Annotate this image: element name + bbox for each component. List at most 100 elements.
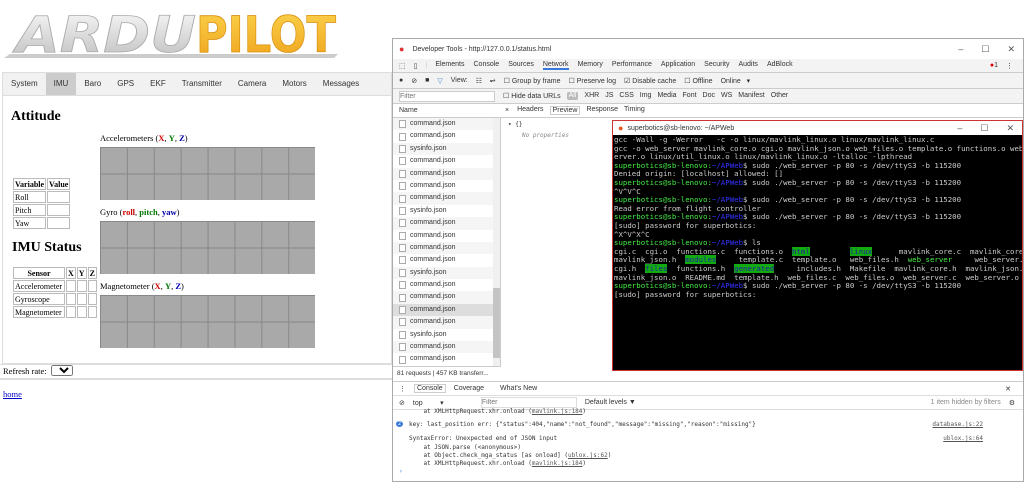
source-link[interactable]: mavlink.js:184 xyxy=(532,460,583,467)
device-icon[interactable]: ▯ xyxy=(414,62,418,70)
tab-imu[interactable]: IMU xyxy=(45,73,77,95)
source-link[interactable]: ublox.js:62 xyxy=(568,452,608,459)
group-by-frame-checkbox[interactable]: ☐ Group by frame xyxy=(504,77,561,85)
detail-tab-preview[interactable]: Preview xyxy=(549,106,581,115)
filter-type-css[interactable]: CSS xyxy=(619,92,633,100)
drawer-menu-icon[interactable]: ⋮ xyxy=(399,385,406,393)
request-row[interactable]: command.json xyxy=(393,192,500,205)
tab-camera[interactable]: Camera xyxy=(230,73,274,95)
home-link[interactable]: home xyxy=(3,389,22,399)
disable-cache-checkbox[interactable]: ☑ Disable cache xyxy=(624,77,676,85)
camera-icon[interactable]: ■ xyxy=(425,77,429,84)
inspect-icon[interactable]: ⬚ xyxy=(399,62,406,70)
filter-type-doc[interactable]: Doc xyxy=(703,92,715,100)
devtools-tab-security[interactable]: Security xyxy=(704,61,729,70)
detail-tab-timing[interactable]: Timing xyxy=(624,106,645,115)
close-button[interactable]: ✕ xyxy=(1007,44,1015,55)
levels-select[interactable]: Default levels ▼ xyxy=(585,399,636,406)
tab-gps[interactable]: GPS xyxy=(109,73,142,95)
devtools-tab-application[interactable]: Application xyxy=(661,61,695,70)
waterfall-icon[interactable]: ⥵ xyxy=(490,77,496,85)
filter-type-manifest[interactable]: Manifest xyxy=(738,92,764,100)
terminal-output[interactable]: gcc -Wall -g -Werror -c -o linux/mavlink… xyxy=(613,135,1022,300)
filter-type-font[interactable]: Font xyxy=(683,92,697,100)
console-prompt[interactable]: › xyxy=(393,468,1013,475)
detail-tab-headers[interactable]: Headers xyxy=(517,106,543,115)
devtools-tab-sources[interactable]: Sources xyxy=(508,61,534,70)
tab-console[interactable]: Console xyxy=(414,384,446,393)
network-filter-input[interactable] xyxy=(399,90,495,102)
tab-messages[interactable]: Messages xyxy=(315,73,367,95)
request-row[interactable]: sysinfo.json xyxy=(393,142,500,156)
tab-ekf[interactable]: EKF xyxy=(142,73,174,95)
request-row[interactable]: sysinfo.json xyxy=(393,329,500,341)
detail-tab-response[interactable]: Response xyxy=(586,106,618,115)
throttle-select[interactable]: Online ▾ xyxy=(721,77,751,85)
filter-type-xhr[interactable]: XHR xyxy=(584,92,599,100)
request-row[interactable]: command.json xyxy=(393,254,500,266)
tab-baro[interactable]: Baro xyxy=(76,73,109,95)
maximize-button[interactable]: ☐ xyxy=(981,44,989,55)
request-row[interactable]: command.json xyxy=(393,118,500,131)
request-row[interactable]: command.json xyxy=(393,130,500,142)
request-row[interactable]: command.json xyxy=(393,353,500,365)
close-button[interactable]: ✕ xyxy=(1006,123,1014,134)
source-link[interactable]: database.js:22 xyxy=(932,421,983,428)
request-row[interactable]: command.json xyxy=(393,291,500,304)
devtools-tab-performance[interactable]: Performance xyxy=(612,61,652,70)
devtools-tab-adblock[interactable]: AdBlock xyxy=(767,61,793,70)
devtools-tab-console[interactable]: Console xyxy=(474,61,500,70)
request-row[interactable]: command.json xyxy=(393,279,500,291)
filter-type-media[interactable]: Media xyxy=(657,92,676,100)
offline-checkbox[interactable]: ☐ Offline xyxy=(684,77,712,85)
clear-icon[interactable]: ⊘ xyxy=(411,77,417,85)
filter-type-img[interactable]: Img xyxy=(640,92,652,100)
filter-type-ws[interactable]: WS xyxy=(721,92,732,100)
devtools-tab-audits[interactable]: Audits xyxy=(738,61,757,70)
request-row[interactable]: command.json xyxy=(393,241,500,255)
tab-motors[interactable]: Motors xyxy=(274,73,314,95)
name-column-header[interactable]: Name xyxy=(399,107,497,114)
clear-console-icon[interactable]: ⊘ xyxy=(399,399,405,407)
request-row[interactable]: sysinfo.json xyxy=(393,205,500,217)
tab-whats-new[interactable]: What's New xyxy=(500,385,537,392)
refresh-rate-select[interactable]: 4 xyxy=(50,365,73,376)
filter-type-all[interactable]: All xyxy=(566,92,579,100)
record-icon[interactable]: ● xyxy=(399,77,403,84)
settings-gear-icon[interactable]: ⚙ xyxy=(1009,399,1023,407)
maximize-button[interactable]: ☐ xyxy=(980,123,988,134)
tab-coverage[interactable]: Coverage xyxy=(454,385,484,392)
tab-transmitter[interactable]: Transmitter xyxy=(174,73,230,95)
devtools-tab-memory[interactable]: Memory xyxy=(578,61,603,70)
devtools-tab-elements[interactable]: Elements xyxy=(435,61,464,70)
console-filter-input[interactable] xyxy=(480,397,577,408)
request-row[interactable]: command.json xyxy=(393,303,500,317)
request-row[interactable]: command.json xyxy=(393,341,500,354)
devtools-tab-network[interactable]: Network xyxy=(542,61,569,70)
minimize-button[interactable]: – xyxy=(957,123,962,134)
minimize-button[interactable]: – xyxy=(958,44,963,55)
preview-root[interactable]: ▾ {} xyxy=(508,121,569,128)
request-row[interactable]: command.json xyxy=(393,217,500,230)
request-row[interactable]: command.json xyxy=(393,316,500,329)
tab-system[interactable]: System xyxy=(3,73,46,95)
list-view-icon[interactable]: ☷ xyxy=(476,77,482,85)
request-list-scrollbar[interactable] xyxy=(493,118,500,366)
filter-type-js[interactable]: JS xyxy=(605,92,613,100)
request-row[interactable]: command.json xyxy=(393,155,500,167)
filter-type-other[interactable]: Other xyxy=(771,92,789,100)
request-row[interactable]: command.json xyxy=(393,230,500,242)
request-row[interactable]: command.json xyxy=(393,167,500,180)
error-badge[interactable]: ●1 xyxy=(990,62,998,70)
context-select[interactable]: top ▾ xyxy=(413,399,473,407)
request-row[interactable]: command.json xyxy=(393,180,500,192)
preserve-log-checkbox[interactable]: ☐ Preserve log xyxy=(569,77,617,85)
filter-type-hide-data-urls[interactable]: ☐ Hide data URLs xyxy=(503,92,561,100)
filter-icon[interactable]: ▽ xyxy=(437,77,442,85)
close-detail-icon[interactable]: × xyxy=(505,107,509,114)
more-menu-icon[interactable]: ⋮ xyxy=(1006,62,1013,70)
source-link[interactable]: ublox.js:64 xyxy=(943,435,983,442)
close-drawer-icon[interactable]: ✕ xyxy=(1005,385,1023,393)
request-row[interactable]: sysinfo.json xyxy=(393,266,500,280)
source-link[interactable]: mavlink.js:184 xyxy=(532,408,583,415)
